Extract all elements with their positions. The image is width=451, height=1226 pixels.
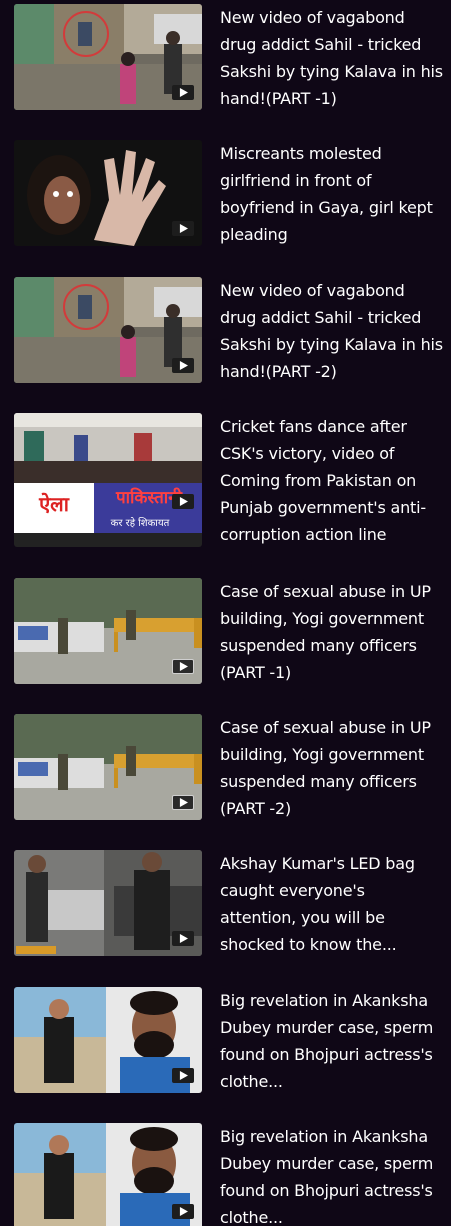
video-title-b[interactable]: Coming from Pakistan on Punjab governmen… xyxy=(220,467,444,548)
video-title[interactable]: Miscreants molested girlfriend in front … xyxy=(220,140,444,248)
play-icon xyxy=(179,1207,188,1216)
video-title-a[interactable]: Cricket fans dance after CSK's victory, … xyxy=(220,413,444,473)
play-icon xyxy=(179,934,188,943)
play-icon xyxy=(179,798,188,807)
video-item[interactable]: Big revelation in Akanksha Dubey murder … xyxy=(14,987,444,1097)
video-thumbnail[interactable] xyxy=(14,277,202,383)
video-item[interactable]: New video of vagabond drug addict Sahil … xyxy=(14,277,444,387)
play-icon xyxy=(179,361,188,370)
play-button[interactable] xyxy=(172,659,194,674)
video-title[interactable]: Big revelation in Akanksha Dubey murder … xyxy=(220,1123,444,1226)
video-thumbnail[interactable] xyxy=(14,140,202,246)
play-icon xyxy=(179,662,188,671)
video-item[interactable]: Akshay Kumar's LED bag caught everyone's… xyxy=(14,850,444,960)
banner-subtext: कर रहे शिकायत xyxy=(110,518,170,529)
video-title[interactable]: Akshay Kumar's LED bag caught everyone's… xyxy=(220,850,444,958)
video-thumbnail[interactable] xyxy=(14,1123,202,1226)
play-button[interactable] xyxy=(172,931,194,946)
video-item[interactable]: Case of sexual abuse in UP building, Yog… xyxy=(14,578,444,688)
play-icon xyxy=(179,497,188,506)
video-title[interactable]: Case of sexual abuse in UP building, Yog… xyxy=(220,714,444,822)
video-title-overlap[interactable]: Cricket fans dance after CSK's victory, … xyxy=(220,413,444,547)
video-list: New video of vagabond drug addict Sahil … xyxy=(0,0,451,1226)
video-title[interactable]: Big revelation in Akanksha Dubey murder … xyxy=(220,987,444,1095)
play-button[interactable] xyxy=(172,1068,194,1083)
play-button[interactable] xyxy=(172,358,194,373)
video-thumbnail[interactable] xyxy=(14,714,202,820)
video-item[interactable]: Case of sexual abuse in UP building, Yog… xyxy=(14,714,444,824)
play-button[interactable] xyxy=(172,85,194,100)
video-title-text[interactable]: Big revelation in Akanksha Dubey murder … xyxy=(220,987,444,1095)
video-title[interactable]: New video of vagabond drug addict Sahil … xyxy=(220,277,444,385)
play-button[interactable] xyxy=(172,1204,194,1219)
video-thumbnail[interactable]: ऐला पाकिस्तानी कर रहे शिकायत xyxy=(14,413,202,547)
video-item[interactable]: ऐला पाकिस्तानी कर रहे शिकायत Cricket fan… xyxy=(14,413,444,547)
play-icon xyxy=(179,88,188,97)
svg-text:ऐला: ऐला xyxy=(38,492,70,516)
play-button[interactable] xyxy=(172,494,194,509)
video-item[interactable]: Big revelation in Akanksha Dubey murder … xyxy=(14,1123,444,1226)
video-thumbnail[interactable] xyxy=(14,578,202,684)
play-icon xyxy=(179,224,188,233)
video-title-text[interactable]: Big revelation in Akanksha Dubey murder … xyxy=(220,1123,444,1226)
play-button[interactable] xyxy=(172,795,194,810)
video-title[interactable]: Case of sexual abuse in UP building, Yog… xyxy=(220,578,444,686)
play-button[interactable] xyxy=(172,221,194,236)
video-item[interactable]: New video of vagabond drug addict Sahil … xyxy=(14,4,444,114)
play-icon xyxy=(179,1071,188,1080)
video-title[interactable]: New video of vagabond drug addict Sahil … xyxy=(220,4,444,112)
video-thumbnail[interactable] xyxy=(14,850,202,956)
video-thumbnail[interactable] xyxy=(14,4,202,110)
video-item[interactable]: Miscreants molested girlfriend in front … xyxy=(14,140,444,250)
video-thumbnail[interactable] xyxy=(14,987,202,1093)
